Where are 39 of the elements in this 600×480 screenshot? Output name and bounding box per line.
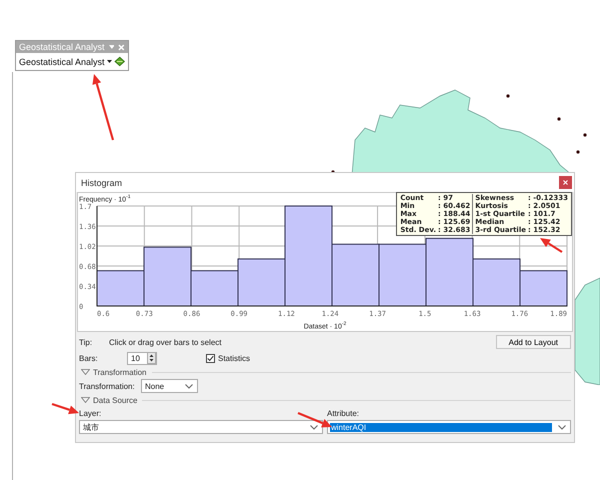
histogram-bar[interactable]	[238, 258, 286, 306]
bars-label: Bars:	[79, 354, 99, 362]
attribute-dropdown[interactable]: winterAQI	[327, 420, 571, 434]
histogram-bar[interactable]	[426, 238, 474, 306]
histogram-bar[interactable]	[96, 270, 144, 306]
histogram-bar[interactable]	[378, 244, 426, 306]
chevron-down-icon	[310, 424, 318, 430]
histogram-bar[interactable]	[284, 206, 332, 306]
histogram-bar[interactable]	[144, 246, 192, 306]
histogram-bar[interactable]	[190, 270, 238, 306]
diamond-icon[interactable]	[114, 56, 125, 67]
window-title: Histogram	[81, 178, 122, 188]
transformation-label: Transformation:	[79, 382, 136, 390]
tip-label: Tip:	[79, 338, 94, 346]
layer-dropdown[interactable]: 城市	[79, 420, 323, 434]
chevron-down-icon	[558, 424, 566, 430]
group-title: Data Source	[93, 396, 138, 404]
bars-spinner[interactable]: 10	[127, 352, 157, 364]
close-button[interactable]	[559, 176, 572, 189]
check-icon	[207, 354, 214, 362]
histogram-bar[interactable]	[472, 258, 520, 306]
tip-text: Click or drag over bars to select	[109, 338, 222, 346]
group-title: Transformation	[93, 368, 146, 376]
collapse-icon[interactable]	[81, 369, 90, 375]
transformation-dropdown[interactable]: None	[141, 379, 198, 393]
chevron-down-icon	[185, 384, 193, 388]
attribute-label: Attribute:	[327, 408, 360, 418]
close-icon[interactable]	[563, 180, 568, 185]
add-to-layout-button[interactable]: Add to Layout	[496, 335, 571, 349]
histogram-bar[interactable]	[520, 270, 568, 306]
checkbox[interactable]	[206, 354, 215, 362]
collapse-icon[interactable]	[81, 397, 90, 403]
checkbox-label[interactable]: Statistics	[218, 354, 250, 362]
menu-button[interactable]: Geostatistical Analyst	[19, 56, 112, 66]
histogram-bar[interactable]	[332, 244, 380, 306]
toolbar-title: Geostatistical Analyst	[19, 42, 105, 52]
caret-icon[interactable]	[106, 60, 112, 63]
spinner-arrows-icon[interactable]	[147, 352, 156, 364]
layer-label: Layer:	[79, 408, 102, 418]
